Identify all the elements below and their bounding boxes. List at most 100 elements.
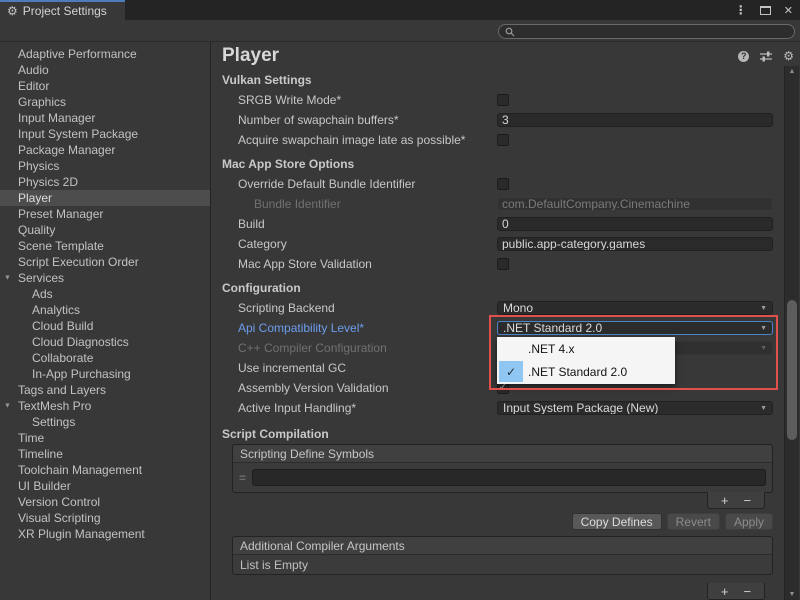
sidebar-item-label: Physics [18,159,59,173]
define-symbol-field[interactable] [252,469,766,486]
setting-label: Assembly Version Validation [238,381,497,395]
setting-label: Acquire swapchain image late as possible… [238,133,497,147]
sidebar-item-label: Input System Package [18,127,138,141]
setting-label: Override Default Bundle Identifier [238,177,497,191]
sidebar-item-graphics[interactable]: Graphics [0,94,210,110]
add-icon[interactable]: + [721,585,729,598]
sidebar-item-textmesh-pro[interactable]: ▼ TextMesh Pro [0,398,210,414]
sidebar-item-label: XR Plugin Management [18,527,145,541]
checkbox-override-default-bundle-identifier[interactable] [497,178,509,190]
chevron-down-icon: ▼ [760,345,767,352]
sidebar-item-label: Input Manager [18,111,95,125]
sidebar-item-input-manager[interactable]: Input Manager [0,110,210,126]
close-icon[interactable]: ✕ [784,4,793,17]
sidebar-item-scene-template[interactable]: Scene Template [0,238,210,254]
sidebar-item-package-manager[interactable]: Package Manager [0,142,210,158]
section-title: Script Compilation [222,427,329,441]
field-build[interactable]: 0 [497,217,773,231]
sidebar-item-toolchain-management[interactable]: Toolchain Management [0,462,210,478]
sidebar-item-player[interactable]: Player [0,190,210,206]
sidebar-item-label: Visual Scripting [18,511,101,525]
tab-project-settings[interactable]: ⚙ Project Settings [0,0,125,20]
setting-label: Use incremental GC [238,361,497,375]
remove-icon[interactable]: − [744,494,752,507]
sidebar-item-xr-plugin-management[interactable]: XR Plugin Management [0,526,210,542]
sidebar-item-ads[interactable]: Ads [0,286,210,302]
section-header-configuration: Configuration [212,278,784,298]
search-box[interactable] [498,24,795,39]
sidebar-item-services[interactable]: ▼ Services [0,270,210,286]
dropdown-api-compatibility-level[interactable]: .NET Standard 2.0▼ [497,321,773,335]
list-add-remove-box: + − [707,492,765,509]
sidebar-item-adaptive-performance[interactable]: Adaptive Performance [0,46,210,62]
vertical-scrollbar[interactable]: ▲ ▼ [784,66,799,600]
sidebar-item-input-system-package[interactable]: Input System Package [0,126,210,142]
gear-icon[interactable]: ⚙ [783,50,794,62]
sidebar-item-timeline[interactable]: Timeline [0,446,210,462]
sidebar-item-preset-manager[interactable]: Preset Manager [0,206,210,222]
maximize-icon[interactable] [760,6,771,15]
sidebar-item-audio[interactable]: Audio [0,62,210,78]
setting-label: Category [238,237,497,251]
revert-button[interactable]: Revert [667,513,720,530]
scroll-up-icon[interactable]: ▲ [785,68,799,75]
setting-row-acquire-swapchain-image-late-as-possible: Acquire swapchain image late as possible… [212,130,784,150]
sidebar-item-in-app-purchasing[interactable]: In-App Purchasing [0,366,210,382]
sidebar-item-analytics[interactable]: Analytics [0,302,210,318]
dropdown-scripting-backend[interactable]: Mono▼ [497,301,773,315]
popup-item-net-standard-2-0[interactable]: ✓.NET Standard 2.0 [497,360,675,383]
field-category[interactable]: public.app-category.games [497,237,773,251]
sidebar-item-label: Preset Manager [18,207,103,221]
expander-open-icon[interactable]: ▼ [4,275,11,282]
sidebar-item-editor[interactable]: Editor [0,78,210,94]
presets-icon[interactable] [759,50,773,62]
sidebar-item-ui-builder[interactable]: UI Builder [0,478,210,494]
checkbox-srgb-write-mode[interactable] [497,94,509,106]
setting-label: Scripting Backend [238,301,497,315]
sidebar-item-collaborate[interactable]: Collaborate [0,350,210,366]
field-number-of-swapchain-buffers[interactable]: 3 [497,113,773,127]
sidebar-item-settings[interactable]: Settings [0,414,210,430]
toolbar [0,20,800,42]
apply-button[interactable]: Apply [725,513,773,530]
setting-row-srgb-write-mode: SRGB Write Mode* [212,90,784,110]
setting-label: C++ Compiler Configuration [238,341,497,355]
checkbox-acquire-swapchain-image-late-as-possible[interactable] [497,134,509,146]
sidebar-item-label: Package Manager [18,143,115,157]
define-symbol-input[interactable] [253,470,765,485]
setting-row-api-compatibility-level: Api Compatibility Level*.NET Standard 2.… [212,318,784,338]
sidebar-item-physics[interactable]: Physics [0,158,210,174]
list-empty-row: List is Empty [233,555,772,574]
sidebar-item-visual-scripting[interactable]: Visual Scripting [0,510,210,526]
sidebar-item-quality[interactable]: Quality [0,222,210,238]
expander-open-icon[interactable]: ▼ [4,403,11,410]
window-menu-icon[interactable]: ⋮ [735,3,747,17]
sidebar-item-cloud-build[interactable]: Cloud Build [0,318,210,334]
sidebar-item-physics-2d[interactable]: Physics 2D [0,174,210,190]
copy-defines-button[interactable]: Copy Defines [572,513,662,530]
sidebar-item-script-execution-order[interactable]: Script Execution Order [0,254,210,270]
popup-item-net-4-x[interactable]: .NET 4.x [497,337,675,360]
dropdown-active-input-handling[interactable]: Input System Package (New)▼ [497,401,773,415]
help-icon[interactable]: ? [738,51,749,62]
scripting-define-symbols-list: Scripting Define Symbols = [232,444,773,493]
search-input[interactable] [519,26,788,38]
scrollbar-thumb[interactable] [787,300,797,440]
checkbox-mac-app-store-validation[interactable] [497,258,509,270]
sidebar-item-label: TextMesh Pro [18,399,91,413]
drag-handle-icon[interactable]: = [239,471,246,485]
sidebar-list: Adaptive PerformanceAudioEditorGraphicsI… [0,46,210,542]
sidebar-item-label: Timeline [18,447,63,461]
sidebar-item-time[interactable]: Time [0,430,210,446]
setting-label: Bundle Identifier [238,197,497,211]
scroll-down-icon[interactable]: ▼ [785,591,799,598]
setting-row-override-default-bundle-identifier: Override Default Bundle Identifier [212,174,784,194]
sidebar-item-cloud-diagnostics[interactable]: Cloud Diagnostics [0,334,210,350]
list-add-remove-box: + − [707,583,765,600]
sidebar-item-version-control[interactable]: Version Control [0,494,210,510]
field-value: 0 [502,217,509,231]
add-icon[interactable]: + [721,494,729,507]
sidebar-item-label: Services [18,271,64,285]
sidebar-item-tags-and-layers[interactable]: Tags and Layers [0,382,210,398]
remove-icon[interactable]: − [744,585,752,598]
